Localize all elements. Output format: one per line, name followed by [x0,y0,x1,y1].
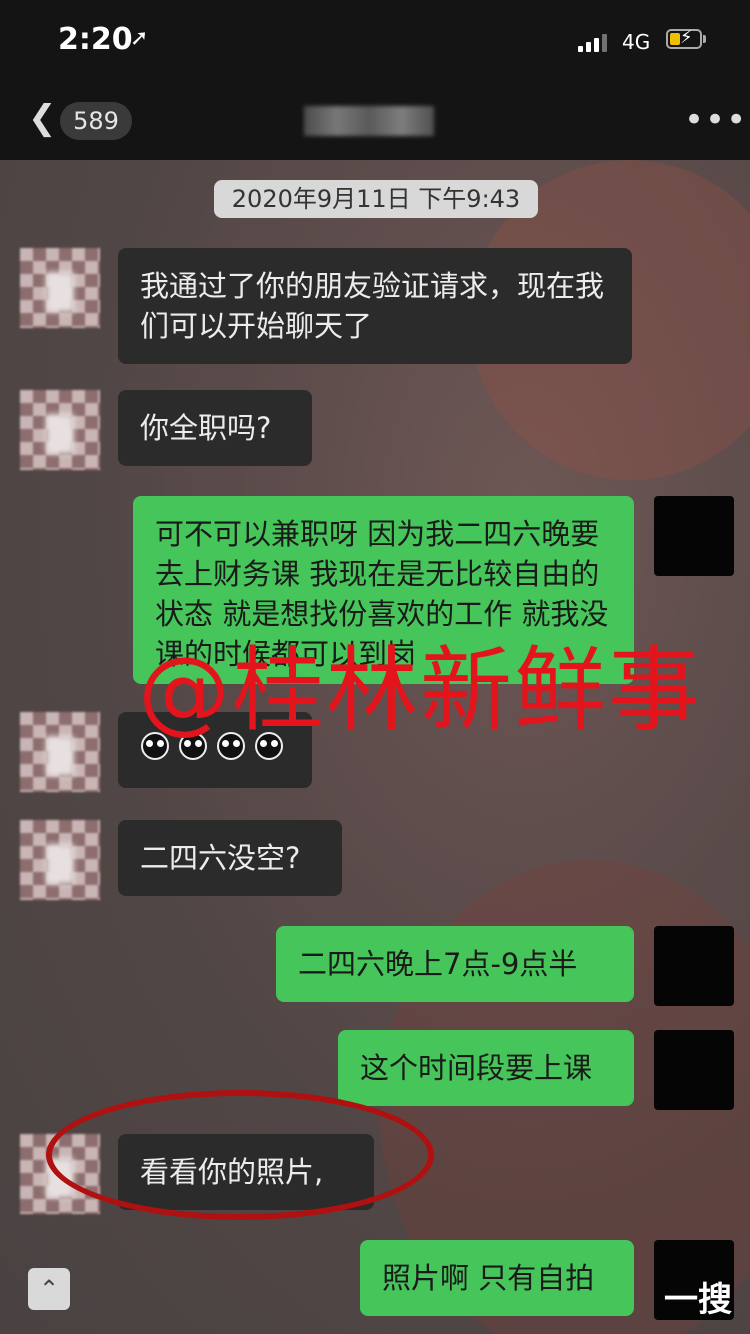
chevron-left-icon[interactable]: ❮ [28,98,57,138]
message-bubble-received[interactable]: 我通过了你的朋友验证请求，现在我们可以开始聊天了 [118,248,632,364]
corner-tag: 一搜 [664,1280,732,1320]
chat-header: ❮ 589 ••• [0,80,750,160]
chevron-up-icon[interactable]: ⌃ [28,1268,70,1310]
message-bubble-sent[interactable]: 二四六晚上7点-9点半 [276,926,634,1002]
contact-avatar[interactable] [20,712,100,792]
message-timestamp: 2020年9月11日 下午9:43 [214,180,538,218]
my-avatar[interactable] [654,926,734,1006]
more-dots-icon[interactable]: ••• [684,100,747,140]
my-avatar[interactable] [654,1030,734,1110]
my-avatar[interactable] [654,496,734,576]
network-type: 4G [622,30,651,54]
unread-count-badge[interactable]: 589 [60,102,132,140]
signal-strength-icon [578,32,612,52]
message-list[interactable]: 2020年9月11日 下午9:43 我通过了你的朋友验证请求，现在我们可以开始聊… [0,160,750,1334]
highlight-circle [46,1090,434,1220]
message-bubble-sent[interactable]: 这个时间段要上课 [338,1030,634,1106]
contact-avatar[interactable] [20,820,100,900]
location-arrow-icon: ➚ [130,26,149,51]
status-bar: 2:20 ➚ 4G ⚡ [0,0,750,80]
message-bubble-received[interactable]: 你全职吗? [118,390,312,466]
battery-icon: ⚡ [666,27,702,49]
message-bubble-received[interactable]: 二四六没空? [118,820,342,896]
battery-tip [703,35,706,43]
message-bubble-sent[interactable]: 照片啊 只有自拍 [360,1240,634,1316]
status-time: 2:20 [58,22,133,57]
watermark-text: @桂林新鲜事 [138,637,703,744]
wechat-chat-screen: 2:20 ➚ 4G ⚡ ❮ 589 ••• 2020年9月11日 下午9:43 … [0,0,750,1334]
contact-name-blurred [304,106,434,136]
contact-avatar[interactable] [20,390,100,470]
contact-avatar[interactable] [20,248,100,328]
